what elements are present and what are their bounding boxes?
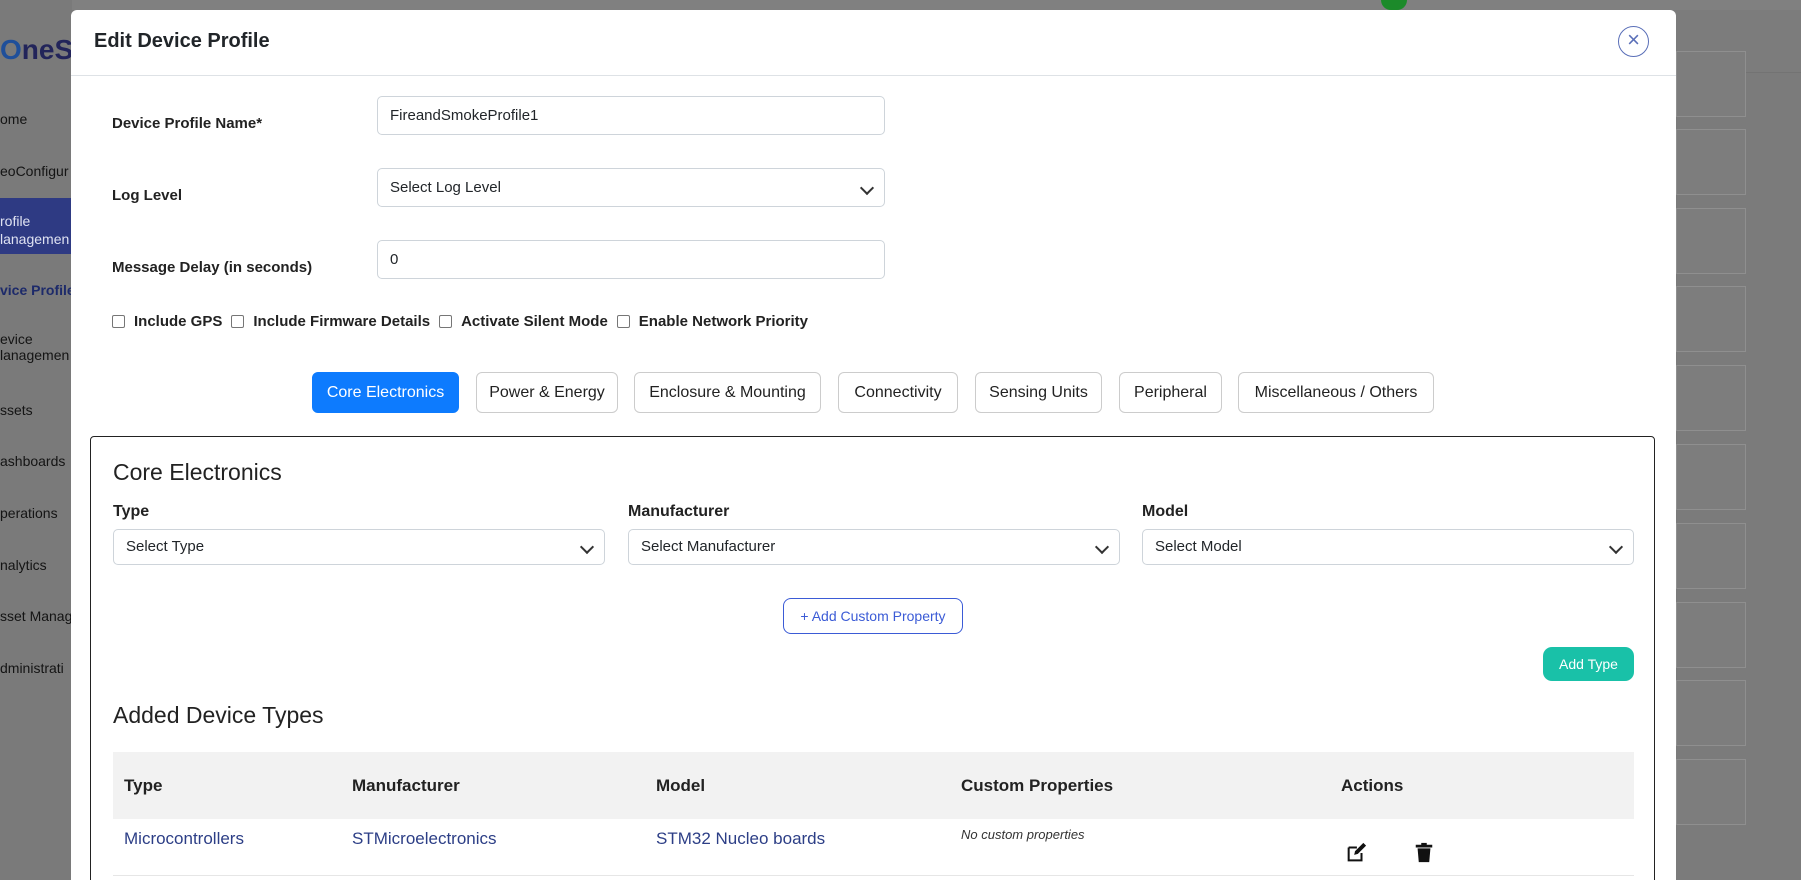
add-custom-property-button[interactable]: + Add Custom Property [783, 598, 963, 634]
background-card [1676, 523, 1746, 589]
column-header-actions: Actions [1341, 776, 1404, 795]
modal-header: Edit Device Profile × [71, 10, 1676, 76]
sidebar-item-asset-management[interactable]: sset Manag [0, 608, 72, 624]
background-card [1676, 51, 1746, 117]
chevron-down-icon [1094, 539, 1110, 555]
cell-type: Microcontrollers [124, 829, 244, 848]
app-logo: OneS [0, 34, 74, 65]
tab-miscellaneous[interactable]: Miscellaneous / Others [1238, 372, 1434, 413]
cell-manufacturer: STMicroelectronics [352, 829, 497, 848]
type-select[interactable]: Select Type [113, 529, 605, 565]
type-label: Type [113, 503, 150, 520]
close-icon: × [1627, 27, 1640, 52]
sidebar-item-administration[interactable]: dministrati [0, 660, 72, 676]
core-electronics-panel: Core Electronics Type Select Type Manufa… [90, 436, 1655, 880]
sidebar-item-dashboards[interactable]: ashboards [0, 453, 72, 469]
background-card [1676, 759, 1746, 825]
edit-icon[interactable] [1345, 842, 1367, 864]
background-card [1676, 365, 1746, 431]
sidebar-item-operations[interactable]: perations [0, 505, 72, 521]
type-select-value: Select Type [126, 538, 205, 555]
checkbox-box[interactable] [112, 315, 125, 328]
table-row: Microcontrollers STMicroelectronics STM3… [113, 819, 1634, 876]
sidebar-item-assets[interactable]: ssets [0, 402, 72, 418]
background-card [1676, 208, 1746, 274]
column-header-model: Model [656, 776, 706, 795]
close-button[interactable]: × [1618, 26, 1649, 57]
panel-title: Core Electronics [113, 459, 282, 485]
cell-custom-properties: No custom properties [961, 827, 1085, 842]
manufacturer-label: Manufacturer [628, 503, 730, 520]
tab-connectivity[interactable]: Connectivity [838, 372, 958, 413]
include-gps-checkbox[interactable]: Include GPS [112, 313, 222, 330]
include-firmware-checkbox[interactable]: Include Firmware Details [231, 313, 430, 330]
manufacturer-select[interactable]: Select Manufacturer [628, 529, 1120, 565]
tab-core-electronics[interactable]: Core Electronics [312, 372, 459, 413]
modal-title: Edit Device Profile [94, 30, 270, 52]
silent-mode-checkbox[interactable]: Activate Silent Mode [439, 313, 608, 330]
table-header: Type Manufacturer Model Custom Propertie… [113, 752, 1634, 819]
tab-enclosure-mounting[interactable]: Enclosure & Mounting [634, 372, 821, 413]
checkbox-label: Include GPS [134, 313, 223, 330]
device-profile-name-input[interactable]: FireandSmokeProfile1 [377, 96, 885, 135]
column-header-type: Type [124, 776, 163, 795]
added-device-types-title: Added Device Types [113, 702, 324, 728]
checkbox-box[interactable] [616, 315, 630, 328]
background-card [1676, 602, 1746, 668]
background-sidebar: OneS ome eoConfigur rofile lanagemen vice… [0, 0, 74, 880]
column-header-manufacturer: Manufacturer [352, 776, 460, 795]
chevron-down-icon [579, 539, 595, 555]
model-label: Model [1142, 503, 1189, 520]
tab-peripheral[interactable]: Peripheral [1119, 372, 1222, 413]
edit-device-profile-modal: Edit Device Profile × Device Profile Nam… [71, 10, 1676, 880]
checkbox-label: Enable Network Priority [638, 313, 809, 330]
manufacturer-select-value: Select Manufacturer [641, 538, 776, 555]
sidebar-item-profile-management[interactable]: rofile lanagemen [0, 198, 72, 254]
model-select-value: Select Model [1155, 538, 1242, 555]
trash-icon[interactable] [1413, 842, 1435, 864]
tab-power-energy[interactable]: Power & Energy [476, 372, 618, 413]
checkbox-label: Activate Silent Mode [461, 313, 608, 330]
chevron-down-icon [1608, 539, 1624, 555]
sidebar-item-home[interactable]: ome [0, 111, 72, 127]
tab-sensing-units[interactable]: Sensing Units [975, 372, 1102, 413]
log-level-select[interactable]: Select Log Level [377, 168, 885, 207]
sidebar-item-device-profiles[interactable]: vice Profiles [0, 282, 72, 298]
add-type-button[interactable]: Add Type [1543, 647, 1634, 681]
background-card [1676, 444, 1746, 510]
message-delay-input[interactable]: 0 [377, 240, 885, 279]
log-level-value: Select Log Level [390, 179, 501, 196]
sidebar-item-geoconfig[interactable]: eoConfigur [0, 163, 72, 179]
device-profile-name-label: Device Profile Name* [112, 115, 263, 132]
checkbox-box[interactable] [231, 315, 245, 328]
sidebar-item-analytics[interactable]: nalytics [0, 557, 72, 573]
network-priority-checkbox[interactable]: Enable Network Priority [616, 313, 809, 330]
device-types-table: Type Manufacturer Model Custom Propertie… [113, 752, 1634, 876]
column-header-custom-properties: Custom Properties [961, 776, 1114, 795]
sidebar-item-device-management[interactable]: evice lanagemen [0, 331, 72, 363]
message-delay-label: Message Delay (in seconds) [112, 259, 313, 276]
background-card [1676, 680, 1746, 746]
model-select[interactable]: Select Model [1142, 529, 1634, 565]
checkbox-box[interactable] [439, 315, 453, 328]
background-topbar [0, 0, 1801, 10]
options-checkboxes: Include GPS Include Firmware Details Act… [112, 313, 817, 330]
background-card [1676, 286, 1746, 352]
checkbox-label: Include Firmware Details [253, 313, 431, 330]
background-card [1676, 129, 1746, 195]
log-level-label: Log Level [112, 187, 183, 204]
chevron-down-icon [859, 180, 875, 196]
cell-model: STM32 Nucleo boards [656, 829, 826, 848]
